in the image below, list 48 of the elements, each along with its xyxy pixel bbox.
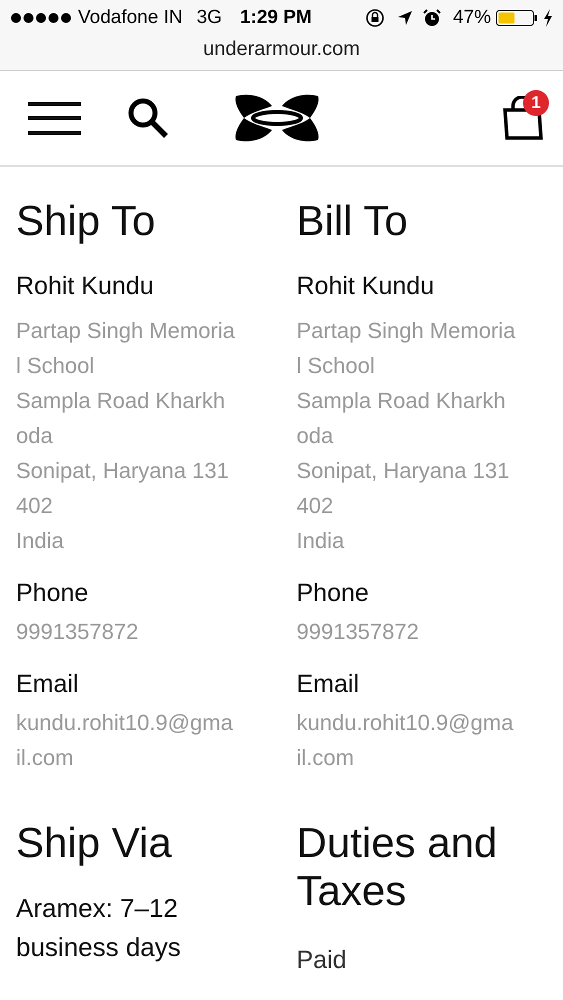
alarm-clock-icon: [422, 9, 441, 27]
address-line: Sonipat, Haryana 131: [296, 457, 510, 485]
rotation-lock-icon: [364, 8, 385, 28]
duties-status: Paid: [296, 945, 348, 975]
recipient-name: Rohit Kundu: [16, 271, 155, 301]
carrier-name: Vodafone IN: [78, 6, 183, 30]
address-line: l School: [16, 352, 96, 380]
address-line: Partap Singh Memoria: [296, 317, 516, 345]
section-title: Bill To: [296, 197, 409, 245]
email-line: kundu.rohit10.9@gma: [296, 709, 514, 737]
address-line: Sonipat, Haryana 131: [16, 457, 230, 485]
address-line: Sampla Road Kharkh: [16, 387, 226, 415]
signal-icon: [10, 12, 72, 24]
shipping-method-line: Aramex: 7–12: [16, 892, 179, 925]
address-line: Sampla Road Kharkh: [296, 387, 507, 415]
menu-icon[interactable]: [28, 102, 81, 134]
charging-bolt-icon: [543, 9, 553, 27]
network-type: 3G: [196, 6, 222, 30]
address-line: 402: [16, 492, 54, 520]
battery-percent: 47%: [452, 6, 491, 30]
email-line: kundu.rohit10.9@gma: [16, 709, 234, 737]
address-line: l School: [296, 352, 376, 380]
address-line: oda: [16, 422, 54, 450]
field-label: Email: [16, 669, 80, 699]
email-line: il.com: [16, 744, 74, 772]
section-title: Ship Via: [16, 819, 173, 867]
field-label: Phone: [16, 578, 90, 608]
address-line: India: [296, 527, 346, 555]
section-title: Taxes: [296, 867, 408, 915]
field-label: Email: [296, 669, 360, 699]
location-arrow-icon: [396, 10, 413, 26]
cart-count-badge: 1: [523, 90, 549, 116]
address-line: India: [16, 527, 65, 555]
search-icon[interactable]: [127, 96, 170, 140]
address-line: Partap Singh Memoria: [16, 317, 236, 345]
recipient-name: Rohit Kundu: [296, 271, 436, 301]
field-label: Phone: [296, 578, 370, 608]
phone-number: 9991357872: [16, 618, 140, 646]
address-line: oda: [296, 422, 334, 450]
phone-number: 9991357872: [296, 618, 420, 646]
url-text[interactable]: underarmour.com: [0, 36, 563, 62]
address-line: 402: [296, 492, 334, 520]
section-title: Duties and: [296, 819, 498, 867]
section-title: Ship To: [16, 197, 156, 245]
email-line: il.com: [296, 744, 355, 772]
battery-icon: [496, 9, 538, 27]
clock-time: 1:29 PM: [240, 6, 312, 30]
shipping-method-line: business days: [16, 931, 182, 964]
